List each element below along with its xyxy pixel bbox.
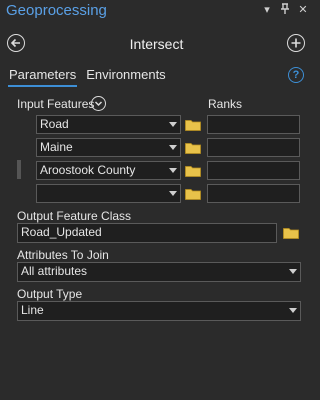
output-type-label: Output Type [17,287,83,301]
chevron-down-icon [169,191,177,196]
rank-field-2[interactable] [207,138,300,157]
tab-bar: Parameters Environments [8,66,167,87]
rank-field-4[interactable] [207,184,300,203]
chevron-down-icon [169,168,177,173]
output-feature-class-input[interactable]: Road_Updated [17,223,277,243]
expand-button[interactable] [91,96,106,111]
input-feature-value-1: Road [40,117,69,131]
help-icon[interactable]: ? [288,67,304,83]
tab-parameters[interactable]: Parameters [8,66,78,87]
rank-field-3[interactable] [207,161,300,180]
pane-title: Geoprocessing [6,2,107,19]
pin-icon[interactable] [279,3,291,18]
input-feature-dropdown-1[interactable]: Road [36,115,181,134]
chevron-down-icon [94,101,103,107]
tool-header: Intersect [0,30,313,58]
chevron-down-icon [289,269,297,274]
pane-titlebar: Geoprocessing ▾ ✕ [0,0,313,22]
input-feature-dropdown-4[interactable] [36,184,181,203]
tab-environments[interactable]: Environments [85,66,166,87]
dropdown-icon[interactable]: ▾ [261,3,273,18]
attributes-to-join-dropdown[interactable]: All attributes [17,262,301,282]
chevron-down-icon [169,145,177,150]
folder-icon[interactable] [185,119,201,131]
folder-icon[interactable] [185,188,201,200]
attributes-to-join-value: All attributes [21,264,88,278]
output-feature-class-label: Output Feature Class [17,209,132,223]
ranks-label: Ranks [208,97,243,111]
input-features-label: Input Features [17,97,95,111]
input-feature-value-2: Maine [40,140,73,154]
tool-title: Intersect [129,36,184,52]
output-type-value: Line [21,303,44,317]
drag-handle[interactable] [17,160,21,179]
folder-icon[interactable] [185,165,201,177]
chevron-down-icon [169,122,177,127]
input-feature-dropdown-2[interactable]: Maine [36,138,181,157]
add-button[interactable] [287,34,305,52]
chevron-down-icon [289,308,297,313]
input-feature-dropdown-3[interactable]: Aroostook County [36,161,181,180]
folder-icon[interactable] [283,227,299,239]
plus-icon [291,38,301,48]
window-controls: ▾ ✕ [261,3,309,18]
rank-field-1[interactable] [207,115,300,134]
close-icon[interactable]: ✕ [297,3,309,18]
folder-icon[interactable] [185,142,201,154]
attributes-to-join-label: Attributes To Join [17,248,109,262]
input-feature-value-3: Aroostook County [40,163,136,177]
output-type-dropdown[interactable]: Line [17,301,301,321]
